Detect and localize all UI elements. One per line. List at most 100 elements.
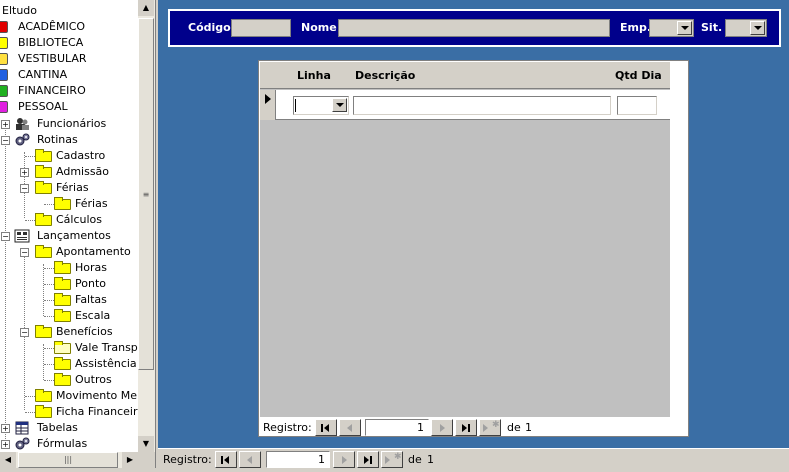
expand-icon[interactable]: + — [1, 440, 10, 449]
people-icon — [16, 118, 29, 130]
tree-item-formulas[interactable]: + Fórmulas — [0, 436, 136, 452]
scroll-thumb[interactable]: ||| — [18, 452, 118, 468]
next-record-button[interactable] — [333, 451, 355, 468]
folder-icon — [35, 389, 52, 402]
linha-combo[interactable] — [293, 96, 349, 115]
tree-item-vale-transporte[interactable]: Vale Transpo — [0, 340, 138, 356]
tree-item-biblioteca[interactable]: BIBLIOTECA — [0, 35, 120, 51]
column-linha: Linha — [297, 69, 331, 82]
tree-item-label: Cadastro — [56, 149, 106, 162]
tree-item-calculos[interactable]: Cálculos — [0, 212, 136, 228]
tree-item-academico[interactable]: ACADÊMICO — [0, 19, 120, 35]
tree-item-cadastro[interactable]: Cadastro — [0, 148, 136, 164]
emp-combo[interactable] — [649, 19, 694, 37]
tree-item-lancamentos[interactable]: − Lançamentos — [0, 228, 136, 244]
expand-icon[interactable]: + — [20, 168, 29, 177]
chevron-down-icon[interactable] — [332, 98, 347, 112]
collapse-icon[interactable]: − — [20, 328, 29, 337]
nome-field[interactable] — [338, 19, 610, 37]
tree-item-label: Escala — [75, 309, 111, 322]
tree-item-ferias-group[interactable]: − Férias — [0, 180, 136, 196]
tree-item-label: Movimento Mens — [56, 389, 138, 402]
column-descricao: Descrição — [355, 69, 416, 82]
tree-item-label: Tabelas — [37, 421, 78, 434]
tree-item-apontamento[interactable]: − Apontamento — [0, 244, 136, 260]
codigo-field[interactable] — [231, 19, 291, 37]
expand-icon[interactable]: + — [1, 424, 10, 433]
tree-item-outros[interactable]: Outros — [0, 372, 136, 388]
table-row — [260, 90, 670, 120]
last-record-button[interactable] — [455, 419, 477, 436]
tree-item-horas[interactable]: Horas — [0, 260, 136, 276]
tree-item-funcionarios[interactable]: + Funcionários — [0, 116, 136, 132]
scrollbar-corner — [138, 452, 155, 468]
scroll-down-icon[interactable]: ▼ — [138, 436, 154, 452]
tree-item-admissao[interactable]: + Admissão — [0, 164, 136, 180]
gears-icon — [15, 133, 30, 146]
previous-record-button[interactable] — [339, 419, 361, 436]
scroll-right-icon[interactable]: ▶ — [122, 452, 138, 468]
tree-item-label: Ponto — [75, 277, 106, 290]
first-record-button[interactable] — [215, 451, 237, 468]
tree-item-ficha-financeira[interactable]: Ficha Financeira — [0, 404, 138, 420]
collapse-icon[interactable]: − — [20, 248, 29, 257]
folder-icon — [54, 261, 71, 274]
scroll-thumb[interactable]: ≡ — [138, 18, 154, 370]
tree-item-faltas[interactable]: Faltas — [0, 292, 136, 308]
tree-item-label: Vale Transpo — [75, 341, 138, 354]
first-record-button[interactable] — [315, 419, 337, 436]
collapse-icon[interactable]: − — [20, 184, 29, 193]
tree-item-ferias[interactable]: Férias — [0, 196, 136, 212]
tree-list: Eltudo ACADÊMICO BIBLIOTECA VESTIBULAR C… — [0, 0, 138, 452]
subform-scroll-area — [671, 62, 688, 417]
magenta-book-icon — [0, 101, 8, 113]
sit-combo[interactable] — [725, 19, 767, 37]
expand-icon[interactable]: + — [1, 120, 10, 129]
red-book-icon — [0, 21, 8, 33]
chevron-down-icon[interactable] — [677, 21, 692, 35]
scroll-left-icon[interactable]: ◀ — [0, 452, 16, 468]
tree-horizontal-scrollbar[interactable]: ◀ ||| ▶ — [0, 452, 138, 468]
tree-item-assistencia[interactable]: Assistência M — [0, 356, 138, 372]
tree-item-escala[interactable]: Escala — [0, 308, 136, 324]
text-cursor — [295, 99, 296, 112]
subform-body: Linha Descrição Qtd Dia — [260, 62, 670, 417]
tree-item-financeiro[interactable]: FINANCEIRO — [0, 83, 120, 99]
folder-icon — [35, 245, 52, 258]
new-record-button[interactable]: ✱ — [381, 451, 403, 468]
tree-item-pessoal[interactable]: PESSOAL — [0, 99, 120, 115]
tree-item-vestibular[interactable]: VESTIBULAR — [0, 51, 120, 67]
collapse-icon[interactable]: − — [1, 232, 10, 241]
tree-item-rotinas[interactable]: − Rotinas — [0, 132, 136, 148]
collapse-icon[interactable]: − — [1, 136, 10, 145]
filter-bar: Código Nome Emp. Sit. — [168, 9, 781, 47]
tree-item-label: ACADÊMICO — [18, 20, 86, 33]
yellow-book-icon — [0, 37, 8, 49]
tree-item-movimento-mensal[interactable]: Movimento Mens — [0, 388, 138, 404]
folder-icon — [54, 373, 71, 386]
scroll-up-icon[interactable]: ▲ — [138, 0, 154, 16]
chevron-down-icon[interactable] — [750, 21, 765, 35]
tree-item-ponto[interactable]: Ponto — [0, 276, 136, 292]
descricao-field[interactable] — [353, 96, 611, 115]
next-record-button[interactable] — [431, 419, 453, 436]
qtd-dia-field[interactable] — [617, 96, 657, 115]
current-record-field[interactable]: 1 — [266, 451, 330, 468]
navigation-tree[interactable]: Eltudo ACADÊMICO BIBLIOTECA VESTIBULAR C… — [0, 0, 156, 468]
tree-vertical-scrollbar[interactable]: ▲ ≡ ▼ — [138, 0, 155, 452]
record-selector-icon[interactable] — [260, 90, 276, 120]
tree-item-label: Fórmulas — [37, 437, 88, 450]
previous-record-button[interactable] — [239, 451, 261, 468]
subform-header: Linha Descrição Qtd Dia — [260, 62, 670, 89]
record-label: Registro: — [163, 453, 212, 466]
tree-item-tabelas[interactable]: + Tabelas — [0, 420, 136, 436]
folder-icon — [35, 181, 52, 194]
tree-item-beneficios[interactable]: − Benefícios — [0, 324, 136, 340]
codigo-label: Código — [188, 21, 231, 34]
folder-icon — [35, 165, 52, 178]
tree-item-cantina[interactable]: CANTINA — [0, 67, 120, 83]
current-record-field[interactable]: 1 — [365, 419, 429, 436]
nome-label: Nome — [301, 21, 337, 34]
new-record-button[interactable]: ✱ — [479, 419, 501, 436]
last-record-button[interactable] — [357, 451, 379, 468]
